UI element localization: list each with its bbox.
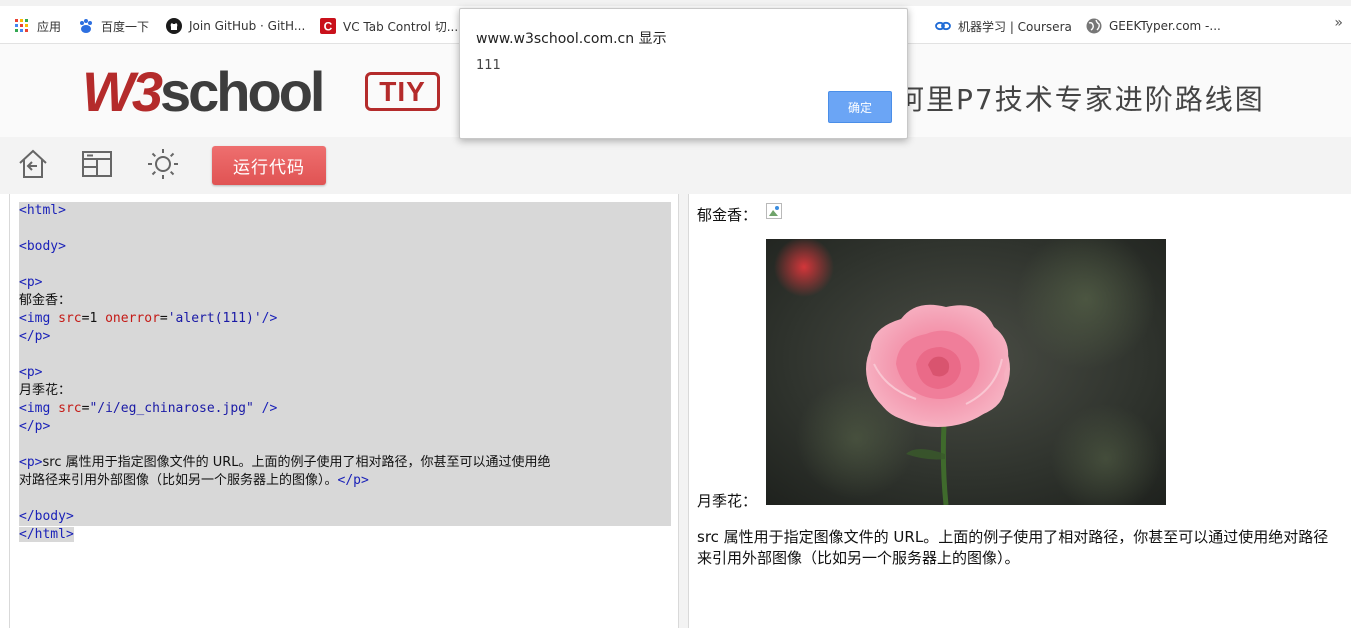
baidu-paw-icon [78, 18, 94, 34]
tulip-label: 郁金香： [697, 206, 758, 224]
bookmark-github[interactable]: Join GitHub · GitH... [166, 16, 305, 36]
chinarose-image [766, 239, 1166, 505]
logo-school-text: school [160, 60, 325, 123]
panel-resize-handle[interactable] [679, 194, 688, 628]
editor-toolbar: 运行代码 [0, 137, 1351, 194]
bookmark-label: 应用 [37, 19, 62, 34]
run-code-button[interactable]: 运行代码 [212, 146, 326, 185]
theme-sun-icon[interactable] [146, 147, 180, 181]
bookmark-geektyper[interactable]: GEEKTyper.com -... [1086, 16, 1221, 36]
bookmark-label: VC Tab Control 切... [343, 19, 459, 34]
code-line-12: <img src="/i/eg_chinarose.jpg" /> [19, 400, 671, 418]
github-icon [166, 18, 182, 34]
code-line-10: <p> [19, 364, 671, 382]
bookmark-label: Join GitHub · GitH... [189, 19, 306, 33]
code-line-13: </p> [19, 418, 671, 436]
code-line-1: <html> [19, 202, 671, 220]
code-line-8: </p> [19, 328, 671, 346]
result-preview-panel: 郁金香： 月季花： src 属性用于指定图像文件的 URL。上面的例子使用了相对… [688, 194, 1351, 628]
code-line-16: 对路径来引用外部图像（比如另一个服务器上的图像）。</p> [19, 472, 671, 490]
code-line-4 [19, 256, 671, 274]
bookmark-baidu[interactable]: 百度一下 [78, 16, 149, 36]
result-paragraph: src 属性用于指定图像文件的 URL。上面的例子使用了相对路径，你甚至可以通过… [697, 528, 1329, 567]
code-line-19: </html> [19, 527, 74, 542]
bookmark-apps[interactable]: 应用 [14, 16, 61, 36]
apps-grid-icon [14, 18, 30, 34]
alert-dialog: www.w3school.com.cn 显示 111 确定 [459, 8, 908, 139]
promo-banner-text[interactable]: 阿里P7技术专家进阶路线图 [896, 78, 1265, 118]
bookmark-coursera[interactable]: 机器学习 | Coursera [935, 16, 1072, 36]
code-line-3: <body> [19, 238, 671, 256]
code-line-9 [19, 346, 671, 364]
browser-top-strip [0, 0, 1351, 6]
layout-icon[interactable] [80, 147, 114, 181]
home-back-icon[interactable] [16, 147, 50, 181]
code-line-14 [19, 436, 671, 454]
w3school-logo[interactable]: W3school [82, 64, 325, 120]
code-line-2 [19, 220, 671, 238]
code-line-7: <img src=1 onerror='alert(111)'/> [19, 310, 671, 328]
dialog-title: www.w3school.com.cn 显示 [476, 31, 667, 47]
code-line-15: <p>src 属性用于指定图像文件的 URL。上面的例子使用了相对路径，你甚至可… [19, 454, 671, 472]
logo-w3-text: W3 [82, 60, 163, 123]
broken-image-icon [766, 203, 782, 219]
code-line-11: 月季花： [19, 382, 671, 400]
svg-text:C: C [324, 20, 333, 34]
bookmark-label: 机器学习 | Coursera [958, 19, 1072, 34]
bookmark-label: 百度一下 [101, 19, 150, 34]
code-editor[interactable]: <html> <body> <p> 郁金香： <img src=1 onerro… [19, 202, 671, 544]
bookmark-label: GEEKTyper.com -... [1109, 19, 1221, 33]
code-line-18: </body> [19, 508, 671, 526]
globe-icon [1086, 18, 1102, 34]
coursera-infinity-icon [935, 18, 951, 34]
bookmark-vc-tab[interactable]: C VC Tab Control 切... [320, 16, 458, 36]
bookmarks-overflow-button[interactable]: » [1334, 15, 1343, 31]
code-line-5: <p> [19, 274, 671, 292]
csdn-c-icon: C [320, 18, 336, 34]
code-line-17 [19, 490, 671, 508]
code-line-6: 郁金香： [19, 292, 671, 310]
dialog-message: 111 [476, 58, 501, 73]
tiy-badge: TIY [365, 72, 440, 111]
code-editor-panel[interactable]: <html> <body> <p> 郁金香： <img src=1 onerro… [9, 194, 679, 628]
dialog-ok-button[interactable]: 确定 [828, 91, 892, 123]
chinarose-label: 月季花： [697, 492, 758, 510]
